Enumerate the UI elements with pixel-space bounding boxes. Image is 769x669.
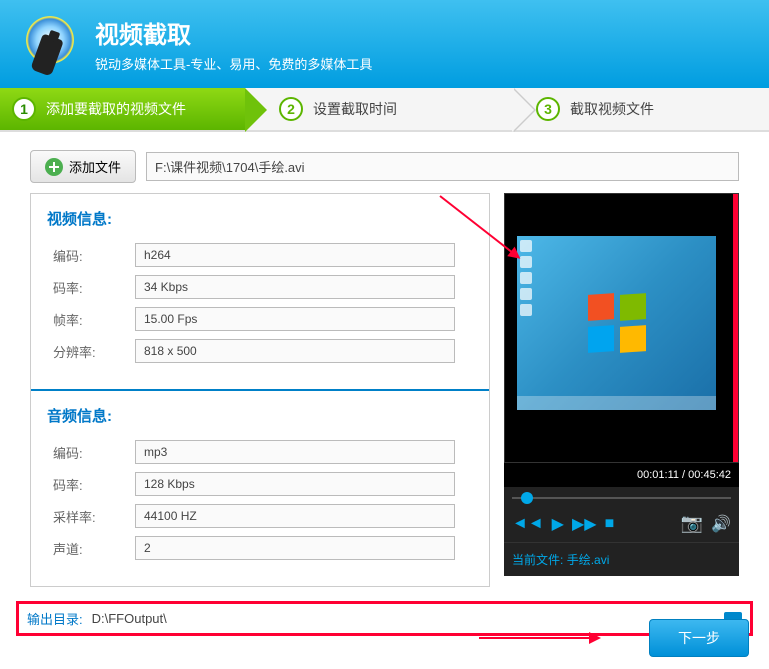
step-cut-video[interactable]: 3 截取视频文件 [512,88,769,130]
codec-label: 编码: [47,246,135,265]
step-number: 1 [12,97,36,121]
audio-channel-field [135,536,455,560]
video-codec-field [135,243,455,267]
plus-icon [45,158,63,176]
output-label: 输出目录: [27,609,83,628]
channel-label: 声道: [47,539,135,558]
step-set-time[interactable]: 2 设置截取时间 [245,88,512,130]
sample-rate-label: 采样率: [47,507,135,526]
video-info-title: 视频信息: [47,208,473,229]
current-file-display: 当前文件: 手绘.avi [504,542,739,576]
add-file-button[interactable]: 添加文件 [30,150,136,183]
audio-info-title: 音频信息: [47,405,473,426]
audio-codec-field [135,440,455,464]
audio-bitrate-field [135,472,455,496]
step-number: 3 [536,97,560,121]
video-fps-field [135,307,455,331]
resolution-label: 分辨率: [47,342,135,361]
snapshot-icon[interactable]: 📷 [681,513,703,534]
toolbar: 添加文件 [0,132,769,193]
progress-bar[interactable] [504,487,739,505]
video-player: 00:01:11 / 00:45:42 ◄◄ ▶ ▶▶ ■ 📷 🔊 当前文件: … [504,193,739,587]
time-display: 00:01:11 / 00:45:42 [504,463,739,487]
app-subtitle: 锐动多媒体工具-专业、易用、免费的多媒体工具 [95,54,372,73]
audio-sample-field [135,504,455,528]
step-number: 2 [279,97,303,121]
play-icon[interactable]: ▶ [552,514,564,534]
video-bitrate-field [135,275,455,299]
video-preview[interactable] [504,193,739,463]
step-label: 添加要截取的视频文件 [46,99,186,119]
stop-icon[interactable]: ■ [605,515,615,533]
video-resolution-field [135,339,455,363]
app-title: 视频截取 [95,15,372,50]
annotation-marker [733,194,738,462]
app-header: 视频截取 锐动多媒体工具-专业、易用、免费的多媒体工具 [0,0,769,88]
step-add-file[interactable]: 1 添加要截取的视频文件 [0,88,245,130]
next-button[interactable]: 下一步 [649,619,749,657]
volume-icon[interactable]: 🔊 [711,514,731,534]
rewind-icon[interactable]: ◄◄ [512,515,544,533]
progress-thumb[interactable] [521,492,533,504]
step-label: 截取视频文件 [570,99,654,119]
app-logo-icon [20,14,80,74]
step-label: 设置截取时间 [313,99,397,119]
fps-label: 帧率: [47,310,135,329]
bitrate-label: 码率: [47,278,135,297]
file-path-input[interactable] [146,152,739,181]
info-panel: 视频信息: 编码: 码率: 帧率: 分辨率: 音频信息: 编码: [30,193,490,587]
audio-codec-label: 编码: [47,443,135,462]
annotation-arrow [479,637,599,639]
forward-icon[interactable]: ▶▶ [572,514,597,534]
wizard-steps: 1 添加要截取的视频文件 2 设置截取时间 3 截取视频文件 [0,88,769,132]
windows-logo-icon [588,294,646,352]
audio-bitrate-label: 码率: [47,475,135,494]
player-controls: ◄◄ ▶ ▶▶ ■ 📷 🔊 [504,505,739,542]
add-file-label: 添加文件 [69,157,121,176]
